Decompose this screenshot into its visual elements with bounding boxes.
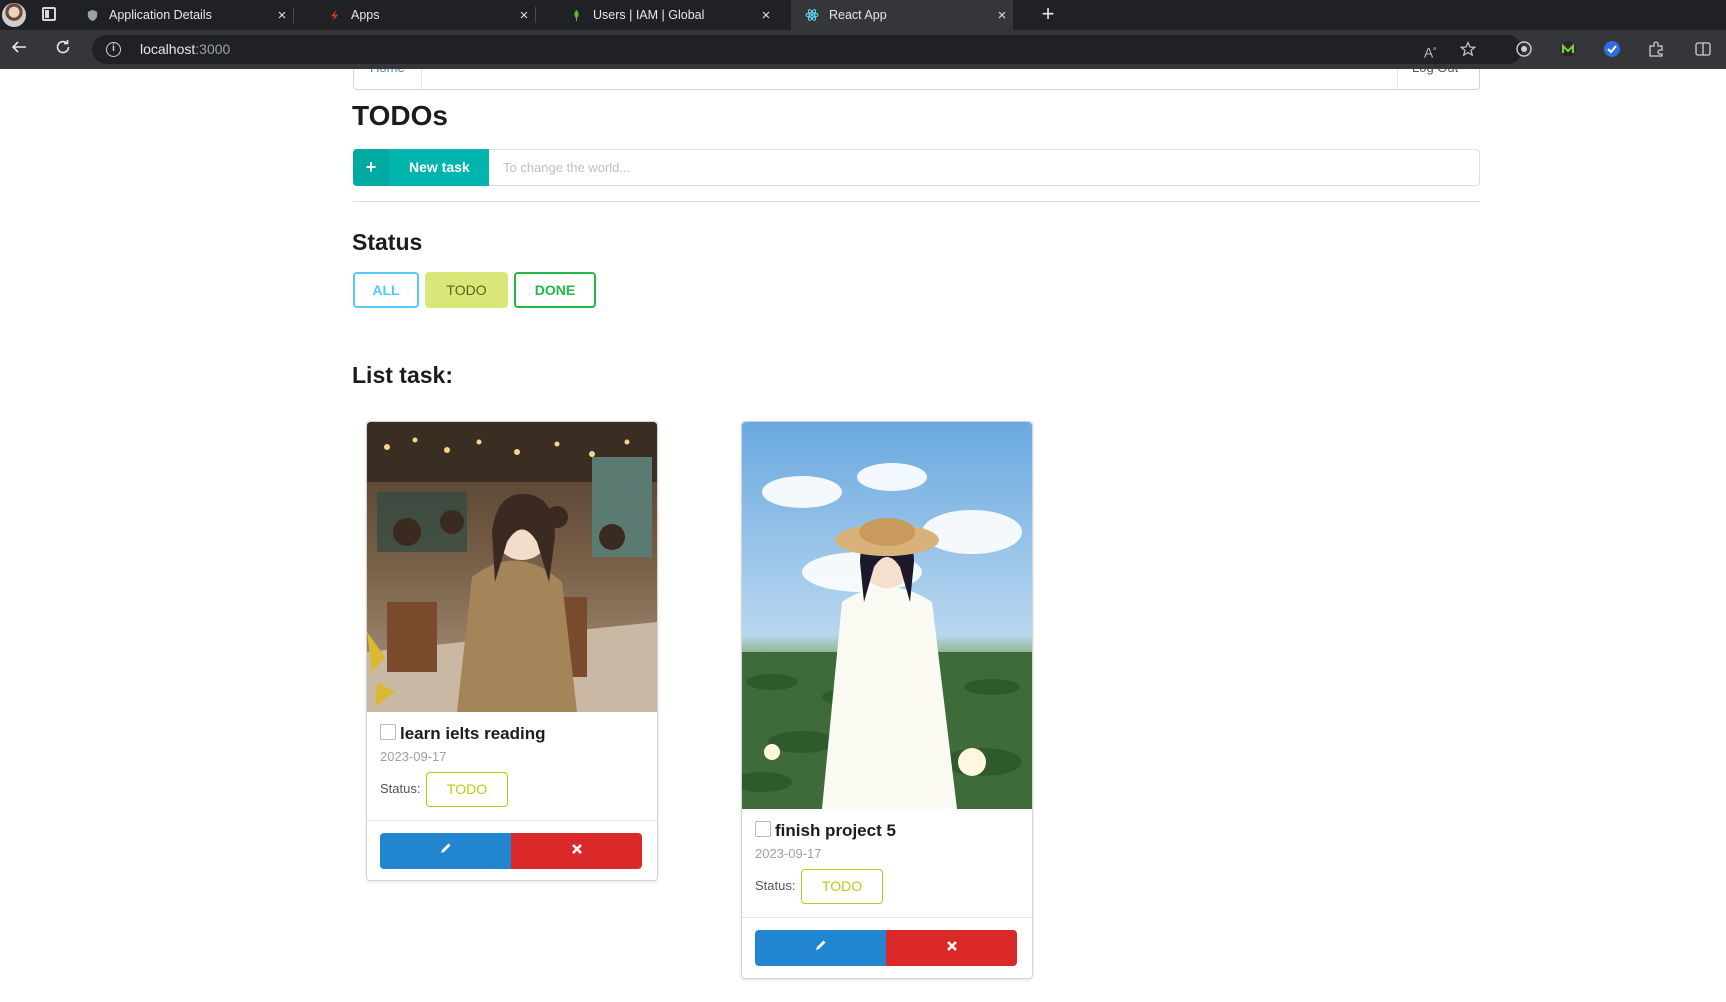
page-title: TODOs	[352, 100, 448, 131]
bolt-icon	[327, 8, 341, 22]
task-title: finish project 5	[775, 821, 896, 840]
task-status-label: Status:	[380, 781, 421, 796]
profile-avatar[interactable]	[2, 3, 26, 27]
new-task-input[interactable]	[489, 149, 1480, 186]
filter-all-button[interactable]: ALL	[353, 272, 419, 308]
task-checkbox[interactable]	[380, 724, 396, 740]
menu-home-link[interactable]: Home	[354, 69, 422, 89]
tab-users-iam[interactable]: Users | IAM | Global ×	[555, 0, 777, 30]
tab-actions-icon[interactable]	[42, 7, 56, 21]
tab-title: Users | IAM | Global	[593, 8, 705, 22]
new-task-form: + New task	[353, 149, 1480, 186]
filter-todo-button[interactable]: TODO	[425, 272, 508, 308]
task-checkbox[interactable]	[755, 821, 771, 837]
task-card: learn ielts reading 2023-09-17 Status: T…	[366, 421, 658, 881]
pencil-icon	[815, 940, 825, 950]
react-icon	[805, 8, 819, 22]
new-task-button[interactable]: + New task	[353, 149, 489, 186]
task-date: 2023-09-17	[755, 846, 822, 861]
task-status-badge[interactable]: TODO	[426, 772, 508, 807]
pencil-icon	[440, 843, 450, 853]
url-text[interactable]: localhost:3000	[140, 41, 230, 57]
site-info-icon[interactable]: i	[106, 42, 121, 57]
edit-task-button[interactable]	[380, 833, 511, 869]
tab-title: Application Details	[109, 8, 212, 22]
close-icon[interactable]: ×	[991, 7, 1013, 24]
favorite-star-icon[interactable]	[1459, 41, 1477, 59]
tab-title: React App	[829, 8, 887, 22]
extension-m-icon[interactable]	[1559, 40, 1577, 58]
browser-tab-strip: Application Details × Apps × Users | IAM…	[0, 0, 1726, 30]
split-screen-icon[interactable]	[1694, 40, 1712, 58]
card-divider	[742, 917, 1032, 918]
extension-target-icon[interactable]	[1515, 40, 1533, 58]
tab-react-app[interactable]: React App ×	[791, 0, 1013, 30]
top-menu: Home Log Out	[353, 69, 1480, 90]
plus-icon: +	[353, 149, 389, 186]
divider	[353, 201, 1480, 202]
tab-apps[interactable]: Apps ×	[313, 0, 536, 30]
back-arrow-icon[interactable]	[8, 38, 30, 60]
browser-toolbar: i localhost:3000 Aᵃ	[0, 30, 1726, 69]
edit-task-button[interactable]	[755, 930, 886, 966]
read-aloud-icon[interactable]: Aᵃ	[1421, 41, 1439, 61]
filter-done-button[interactable]: DONE	[514, 272, 596, 308]
card-divider	[367, 820, 657, 821]
page-content: Home Log Out TODOs + New task Status ALL…	[0, 69, 1726, 1002]
delete-task-button[interactable]	[511, 833, 642, 869]
task-image-lotus-field	[742, 422, 1032, 809]
close-icon[interactable]: ×	[271, 7, 293, 24]
tab-title: Apps	[351, 8, 380, 22]
tab-application-details[interactable]: Application Details ×	[71, 0, 294, 30]
close-icon[interactable]: ×	[513, 7, 535, 24]
menu-logout-link[interactable]: Log Out	[1397, 69, 1479, 89]
task-title: learn ielts reading	[400, 724, 546, 743]
address-bar[interactable]: i localhost:3000 Aᵃ	[92, 35, 1522, 64]
task-image-cafe	[367, 422, 657, 712]
extensions-puzzle-icon[interactable]	[1647, 40, 1665, 58]
delete-task-button[interactable]	[886, 930, 1017, 966]
close-icon	[571, 844, 582, 854]
extension-check-icon[interactable]	[1603, 40, 1621, 58]
new-task-label: New task	[409, 159, 470, 175]
status-heading: Status	[352, 229, 423, 255]
close-icon[interactable]: ×	[755, 7, 777, 24]
shield-icon	[85, 8, 99, 22]
close-icon	[946, 941, 957, 951]
leaf-icon	[569, 8, 583, 22]
reload-icon[interactable]	[52, 38, 74, 60]
new-tab-button[interactable]: +	[1035, 2, 1061, 28]
list-heading: List task:	[352, 362, 453, 388]
task-date: 2023-09-17	[380, 749, 447, 764]
task-status-label: Status:	[755, 878, 796, 893]
task-status-badge[interactable]: TODO	[801, 869, 883, 904]
task-card: finish project 5 2023-09-17 Status: TODO	[741, 421, 1033, 979]
